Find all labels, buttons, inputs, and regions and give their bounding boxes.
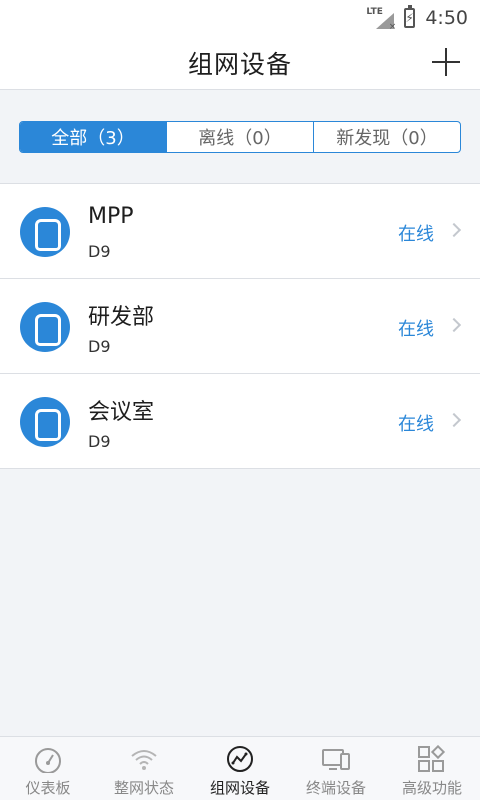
device-status: 在线 xyxy=(398,319,434,340)
tab-network-devices[interactable]: 组网设备 xyxy=(192,737,288,800)
device-name: 研发部 xyxy=(88,305,155,330)
device-name: 会议室 xyxy=(88,400,155,425)
tab-all[interactable]: 全部（3） xyxy=(20,122,167,152)
device-row[interactable]: 研发部 D9 在线 xyxy=(0,279,480,374)
status-time: 4:50 xyxy=(425,7,468,29)
tab-label: 仪表板 xyxy=(25,779,71,797)
tab-terminal-devices[interactable]: 终端设备 xyxy=(288,737,384,800)
battery-icon: ⚡ xyxy=(404,5,416,28)
chevron-right-icon xyxy=(446,412,462,428)
tab-advanced-functions[interactable]: 高级功能 xyxy=(384,737,480,800)
device-model: D9 xyxy=(88,432,111,451)
wifi-icon xyxy=(131,750,157,770)
tab-network-status[interactable]: 整网状态 xyxy=(96,737,192,800)
device-status: 在线 xyxy=(398,414,434,435)
chevron-right-icon xyxy=(446,317,462,333)
tab-label: 整网状态 xyxy=(113,779,174,797)
tab-label: 组网设备 xyxy=(209,779,270,797)
filter-segment-control: 全部（3） 离线（0） 新发现（0） xyxy=(19,121,461,153)
router-icon xyxy=(20,397,70,447)
terminal-devices-icon xyxy=(322,749,350,770)
tab-offline[interactable]: 离线（0） xyxy=(167,122,314,152)
dashboard-icon xyxy=(35,748,61,773)
network-devices-icon xyxy=(227,746,253,772)
router-icon xyxy=(20,207,70,257)
tab-label: 高级功能 xyxy=(401,779,462,797)
device-model: D9 xyxy=(88,242,111,261)
device-status: 在线 xyxy=(398,224,434,245)
device-model: D9 xyxy=(88,337,111,356)
add-device-button[interactable] xyxy=(432,48,460,76)
device-name: MPP xyxy=(88,204,134,229)
page-title: 组网设备 xyxy=(187,49,292,79)
tab-label: 终端设备 xyxy=(305,779,366,797)
chevron-right-icon xyxy=(446,222,462,238)
tab-new-found[interactable]: 新发现（0） xyxy=(314,122,460,152)
status-bar: LTE × ⚡ 4:50 xyxy=(0,0,480,36)
router-icon xyxy=(20,302,70,352)
app-header: 组网设备 xyxy=(0,36,480,90)
device-list: MPP D9 在线 研发部 D9 在线 会议室 D9 在线 xyxy=(0,183,480,469)
advanced-functions-icon xyxy=(418,745,446,772)
device-row[interactable]: MPP D9 在线 xyxy=(0,184,480,279)
tab-dashboard[interactable]: 仪表板 xyxy=(0,737,96,800)
device-row[interactable]: 会议室 D9 在线 xyxy=(0,374,480,469)
bottom-tab-bar: 仪表板 整网状态 组网设备 终端设备 高级功能 xyxy=(0,736,480,800)
lte-signal-icon: LTE × xyxy=(366,7,397,32)
